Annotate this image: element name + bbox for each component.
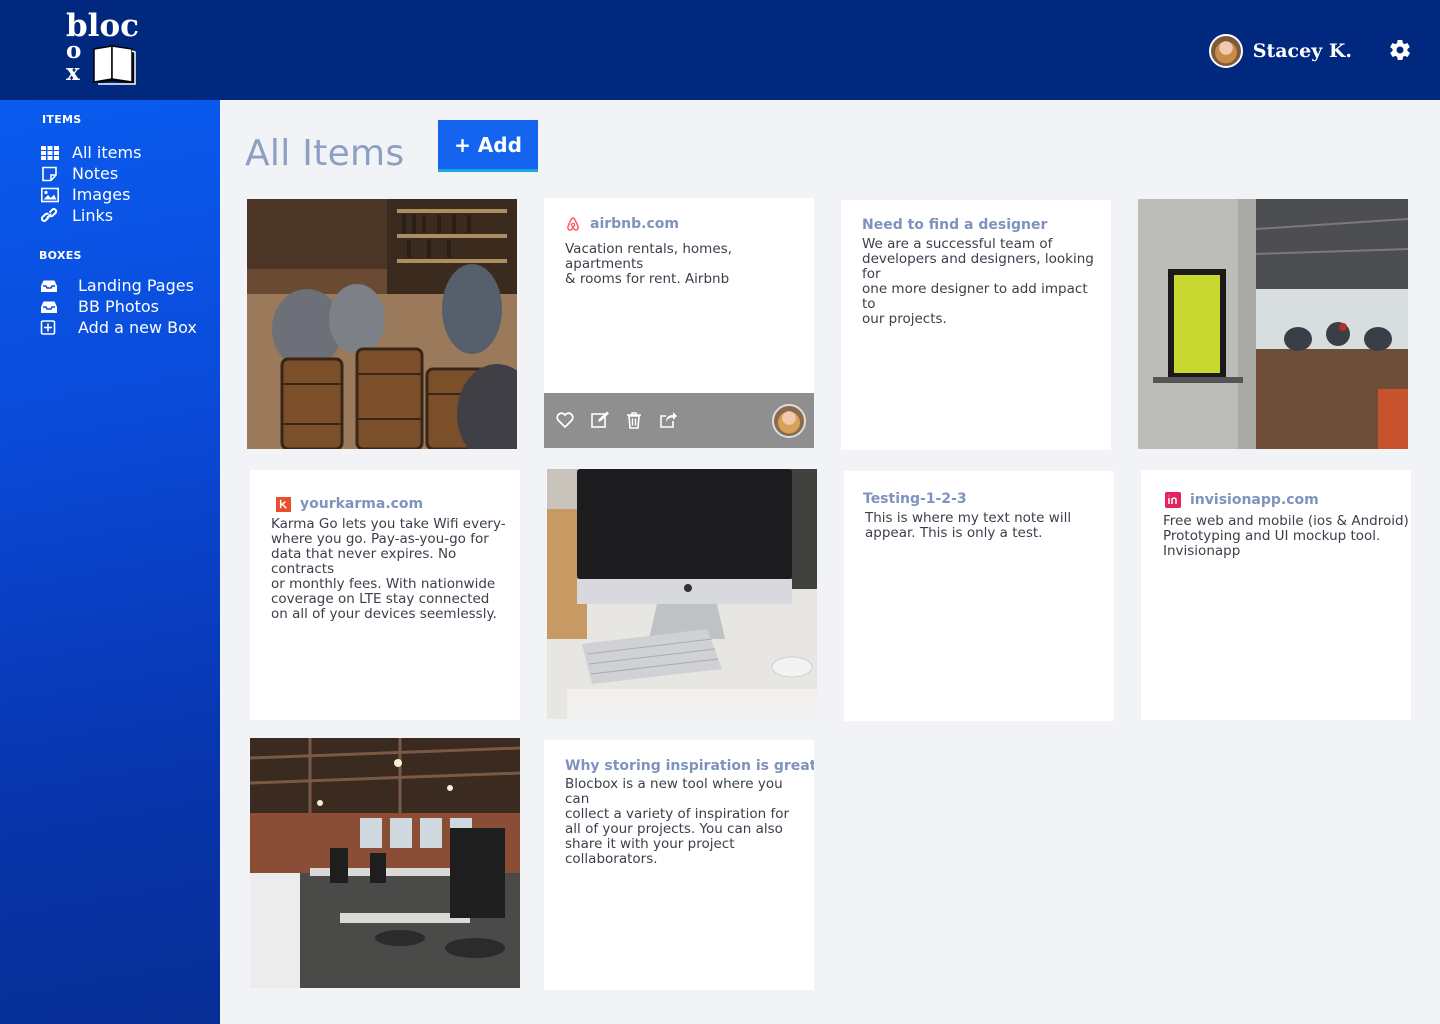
card-title[interactable]: Why storing inspiration is great — [565, 758, 814, 774]
sidebar-box-bb-photos[interactable]: BB Photos — [40, 297, 159, 317]
sidebar-item-label: Notes — [72, 164, 119, 183]
card-body: This is where my text note will appear. … — [865, 510, 1072, 541]
grid-icon — [41, 146, 59, 160]
add-item-button[interactable]: + Add — [438, 120, 538, 172]
airbnb-icon — [567, 217, 579, 231]
link-card-airbnb[interactable]: airbnb.com Vacation rentals, homes, apar… — [544, 198, 814, 448]
image-card-office-poster[interactable] — [1138, 199, 1408, 449]
card-title[interactable]: Need to find a designer — [862, 217, 1047, 233]
blocbox-logo[interactable]: bloc o x — [64, 10, 144, 90]
sidebar: ITEMS All items Notes Images Links BOXES… — [0, 100, 220, 1024]
user-menu[interactable]: Stacey K. — [1208, 32, 1352, 70]
karma-icon — [276, 496, 291, 512]
heart-icon[interactable] — [555, 410, 575, 430]
card-action-toolbar — [544, 393, 814, 448]
card-title[interactable]: airbnb.com — [565, 216, 679, 232]
add-new-box-label: Add a new Box — [78, 318, 197, 337]
page-title: All Items — [245, 133, 405, 174]
edit-icon[interactable] — [590, 410, 610, 430]
owner-avatar — [772, 404, 806, 438]
sidebar-item-notes[interactable]: Notes — [41, 164, 118, 184]
inbox-icon — [41, 301, 57, 313]
desktop-photo — [547, 469, 817, 719]
image-card-desktop[interactable] — [547, 469, 817, 719]
sidebar-item-label: Images — [72, 185, 131, 204]
card-title[interactable]: Testing-1-2-3 — [863, 491, 967, 507]
share-icon[interactable] — [658, 410, 678, 430]
sidebar-box-label: Landing Pages — [78, 276, 194, 295]
sidebar-item-label: Links — [72, 206, 114, 225]
sidebar-item-images[interactable]: Images — [41, 185, 130, 205]
items-section-title: ITEMS — [42, 113, 82, 126]
invision-icon — [1165, 492, 1181, 508]
sidebar-item-links[interactable]: Links — [41, 206, 113, 226]
image-card-wine-bar[interactable] — [247, 199, 517, 449]
sidebar-box-landing-pages[interactable]: Landing Pages — [40, 276, 194, 296]
link-card-yourkarma[interactable]: yourkarma.com Karma Go lets you take Wif… — [250, 470, 520, 720]
card-body: We are a successful team of developers a… — [862, 236, 1094, 327]
note-card-designer[interactable]: Need to find a designer We are a success… — [841, 200, 1111, 450]
link-icon — [41, 208, 58, 222]
sidebar-item-label: All items — [72, 143, 142, 162]
top-header: bloc o x Stacey K. — [0, 0, 1440, 100]
user-avatar[interactable] — [1208, 34, 1243, 68]
boxes-section-title: BOXES — [39, 249, 82, 262]
trash-icon[interactable] — [624, 410, 644, 430]
link-card-invisionapp[interactable]: invisionapp.com Free web and mobile (ios… — [1141, 470, 1411, 720]
card-body: Vacation rentals, homes, apartments & ro… — [565, 241, 732, 287]
card-title-text: invisionapp.com — [1190, 492, 1319, 508]
card-title[interactable]: invisionapp.com — [1165, 492, 1319, 508]
sidebar-item-all-items[interactable]: All items — [41, 143, 141, 163]
plus-square-icon — [40, 320, 56, 335]
card-title[interactable]: yourkarma.com — [276, 496, 423, 512]
image-icon — [41, 187, 59, 203]
wine-bar-photo — [247, 199, 517, 449]
office-poster-photo — [1138, 199, 1408, 449]
card-body: Blocbox is a new tool where you can coll… — [565, 776, 790, 867]
user-name[interactable]: Stacey K. — [1253, 40, 1352, 62]
card-body: Free web and mobile (ios & Android) Prot… — [1163, 513, 1409, 559]
logo-text-line3: x — [66, 59, 80, 86]
book-icon — [93, 45, 136, 85]
card-body: Karma Go lets you take Wifi every- where… — [271, 516, 506, 622]
add-new-box-button[interactable]: Add a new Box — [40, 318, 197, 338]
image-card-open-office[interactable] — [250, 738, 520, 988]
sidebar-box-label: BB Photos — [78, 297, 160, 316]
note-card-inspiration[interactable]: Why storing inspiration is great Blocbox… — [544, 740, 814, 990]
open-office-photo — [250, 738, 520, 988]
note-icon — [42, 166, 57, 182]
card-title-text: airbnb.com — [590, 216, 679, 232]
card-title-text: yourkarma.com — [300, 496, 424, 512]
gear-icon[interactable] — [1388, 38, 1412, 62]
note-card-testing[interactable]: Testing-1-2-3 This is where my text note… — [844, 471, 1114, 721]
inbox-icon — [41, 280, 57, 292]
